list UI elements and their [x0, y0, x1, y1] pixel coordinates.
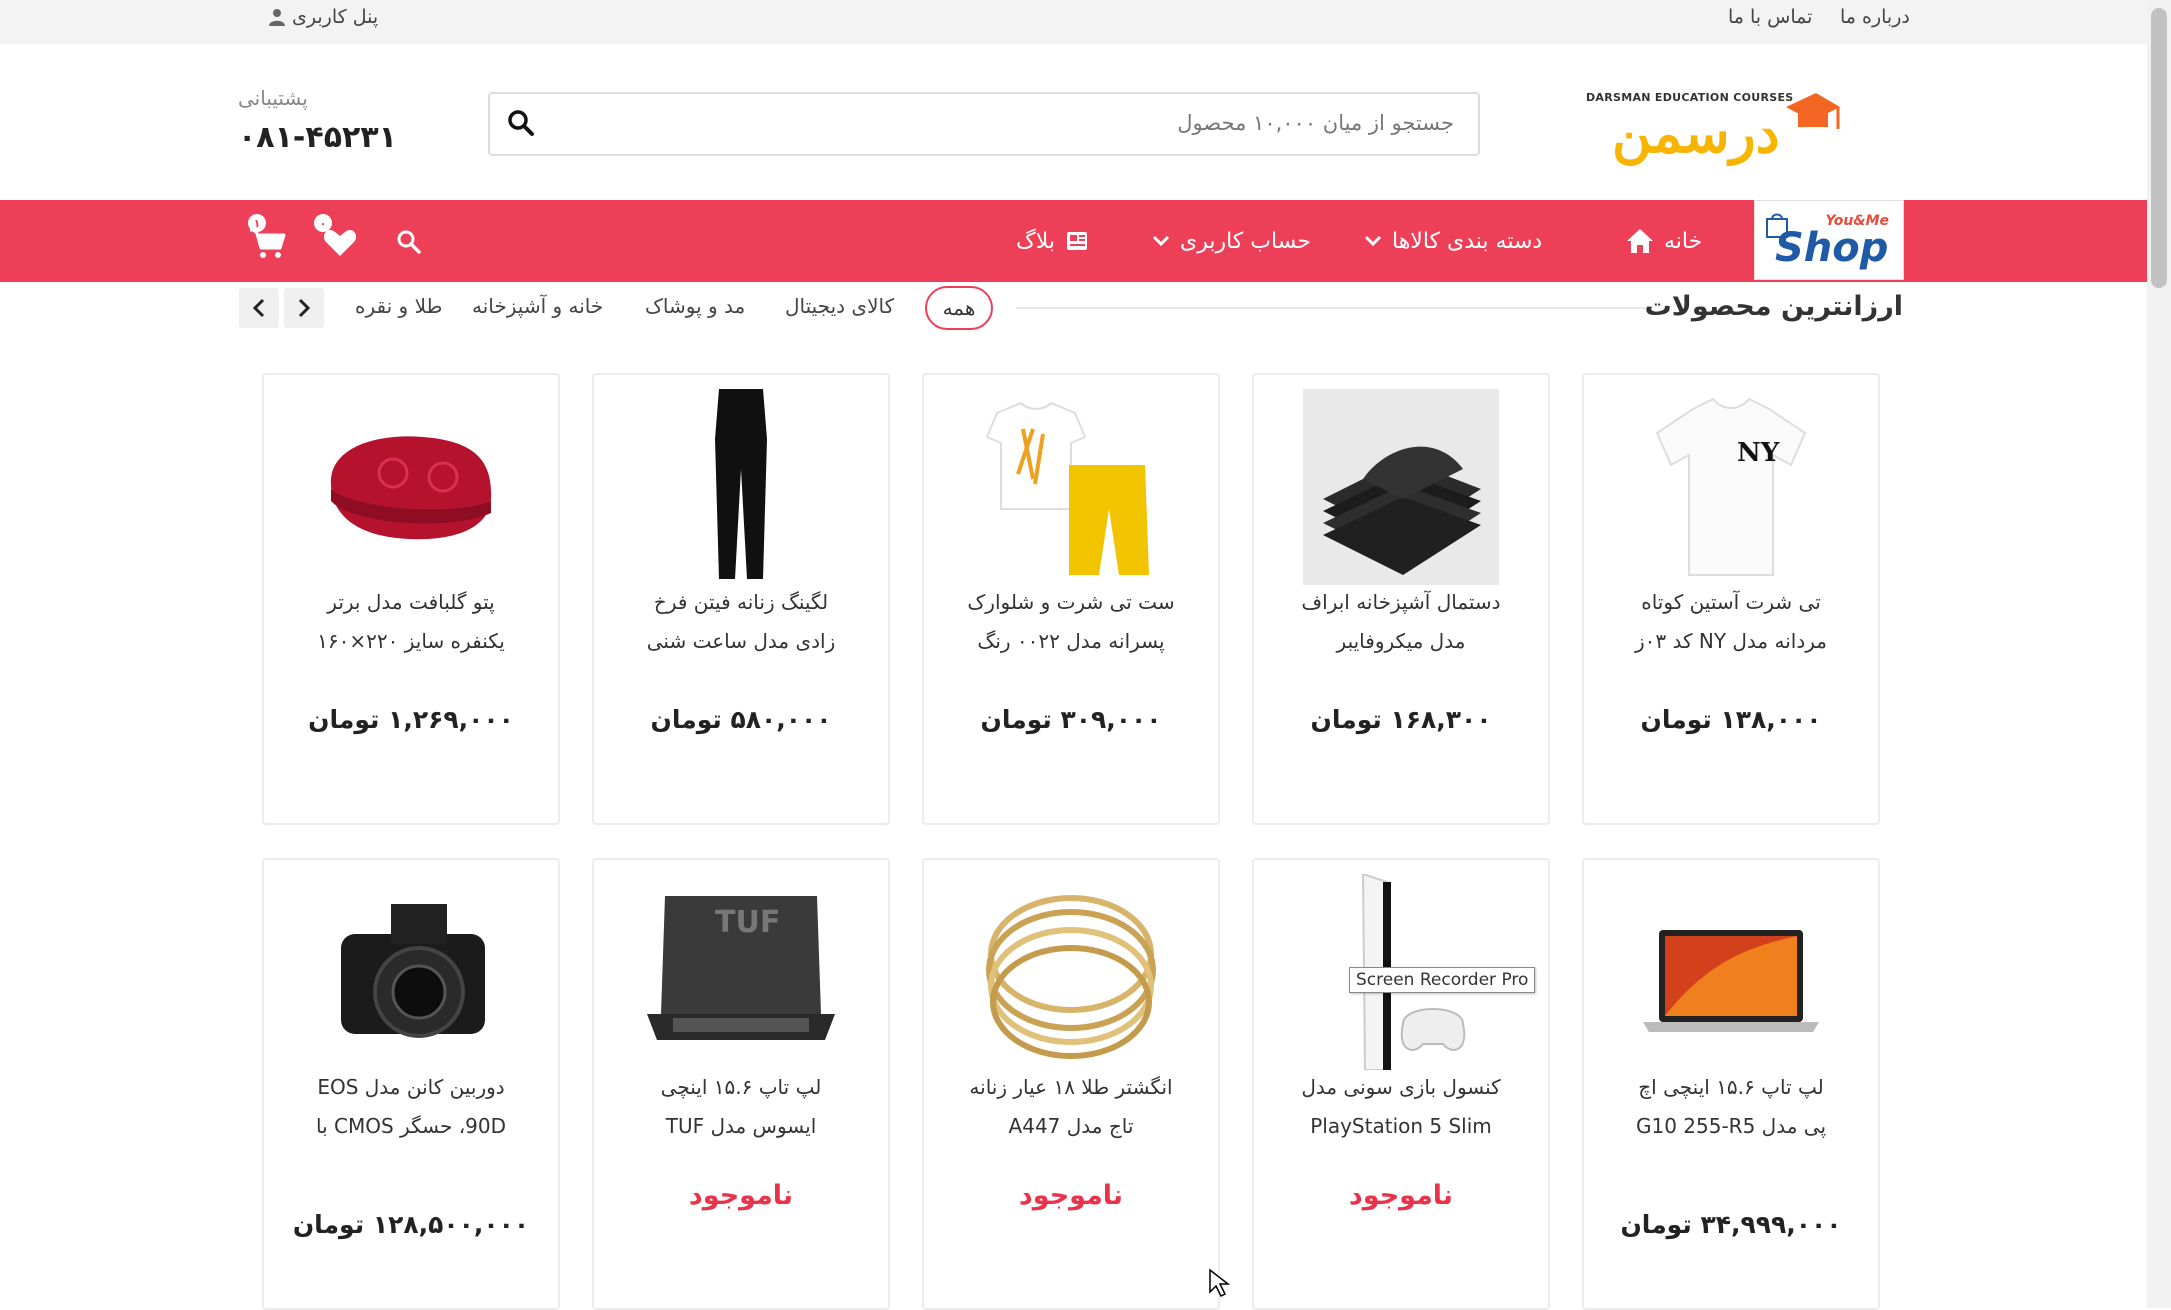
nav-home[interactable]: خانه	[1626, 200, 1702, 282]
search-bar	[488, 92, 1480, 156]
tooltip: Screen Recorder Pro	[1349, 967, 1536, 993]
product-price: ۱,۲۶۹,۰۰۰ تومان	[308, 705, 514, 734]
nav-account[interactable]: حساب کاربری	[1152, 200, 1311, 282]
kids-set-image	[985, 401, 1149, 575]
search-input[interactable]	[592, 94, 1456, 152]
nav-blog-label: بلاگ	[1016, 228, 1055, 254]
tab-digital[interactable]: کالای دیجیتال	[785, 294, 894, 318]
blanket-image	[330, 436, 492, 540]
top-bar: درباره ما تماس با ما پنل کاربری	[0, 0, 2147, 44]
user-icon	[269, 9, 285, 26]
product-card[interactable]: NY تی شرت آستین کوتاه مردانه مدل NY کد ۰۳…	[1582, 373, 1880, 825]
user-panel-label: پنل کاربری	[292, 6, 379, 28]
scrollbar-thumb[interactable]	[2151, 8, 2167, 288]
product-name: تی شرت آستین کوتاه مردانه مدل NY کد ۰۳ز	[1634, 590, 1828, 653]
newspaper-icon	[1066, 232, 1087, 250]
product-name: لپ تاپ ۱۵.۶ اینچی ایسوس مدل TUF	[660, 1075, 822, 1138]
product-price: ۳۴,۹۹۹,۰۰۰ تومان	[1620, 1210, 1842, 1239]
wishlist-count-badge: ۰	[314, 214, 332, 232]
graduation-cap-icon	[1786, 93, 1840, 129]
home-icon	[1627, 229, 1653, 253]
out-of-stock-label: ناموجود	[1348, 1180, 1454, 1211]
product-card[interactable]: انگشتر طلا ۱۸ عیار زنانه تاج مدل A447 نام…	[922, 858, 1220, 1310]
search-icon[interactable]	[506, 108, 536, 138]
tshirt-image: NY	[1655, 397, 1807, 576]
chevron-down-icon	[1364, 235, 1382, 247]
product-card[interactable]: پتو گلبافت مدل برتر یکنفره سایز ۲۲۰×۱۶۰ ۱…	[262, 373, 560, 825]
svg-text:TUF: TUF	[715, 905, 780, 940]
support-phone: ۰۸۱-۴۵۲۳۱	[238, 120, 397, 155]
nav-account-label: حساب کاربری	[1180, 228, 1311, 254]
chevron-right-icon	[298, 298, 311, 318]
mouse-cursor-icon	[1209, 1268, 1231, 1298]
tab-home-kitchen[interactable]: خانه و آشپزخانه	[472, 294, 603, 318]
contact-link[interactable]: تماس با ما	[1728, 6, 1812, 28]
page-scrollbar[interactable]	[2147, 0, 2171, 1308]
product-name: انگشتر طلا ۱۸ عیار زنانه تاج مدل A447	[969, 1075, 1173, 1138]
tab-fashion[interactable]: مد و پوشاک	[645, 294, 745, 318]
ring-image	[986, 895, 1156, 1059]
tab-all[interactable]: همه	[925, 286, 993, 330]
product-card[interactable]: ست تی شرت و شلوارک پسرانه مدل ۰۰۲۲ رنگ ۳۰…	[922, 373, 1220, 825]
product-name: لپ تاپ ۱۵.۶ اینچی اچ پی مدل G10 255-R5	[1635, 1075, 1827, 1138]
product-card[interactable]: لپ تاپ ۱۵.۶ اینچی اچ پی مدل G10 255-R5 ۳۴…	[1582, 858, 1880, 1310]
product-card[interactable]: لگینگ زنانه فیتن فرخ زادی مدل ساعت شنی ۵۸…	[592, 373, 890, 825]
logo-text: درسمن	[1612, 101, 1780, 165]
search-icon[interactable]	[396, 229, 422, 255]
shop-logo[interactable]: You&Me Shop	[1754, 200, 1904, 280]
camera-image	[341, 904, 485, 1038]
next-arrow-button[interactable]	[284, 288, 324, 328]
towel-image	[1303, 389, 1499, 585]
about-link[interactable]: درباره ما	[1840, 6, 1910, 28]
shop-logo-text: Shop	[1775, 225, 1889, 271]
product-price: ۱۲۸,۵۰۰,۰۰۰ تومان	[292, 1210, 530, 1239]
product-name: دوربین کانن مدل EOS 90D، حسگر CMOS با	[315, 1075, 507, 1138]
out-of-stock-label: ناموجود	[688, 1180, 794, 1211]
chevron-down-icon	[1152, 235, 1170, 247]
chevron-left-icon	[252, 298, 265, 318]
product-price: ۳۰۹,۰۰۰ تومان	[980, 705, 1162, 734]
product-name: پتو گلبافت مدل برتر یکنفره سایز ۲۲۰×۱۶۰	[317, 590, 505, 653]
product-price: ۵۸۰,۰۰۰ تومان	[650, 705, 832, 734]
product-name: کنسول بازی سونی مدل PlayStation 5 Slim	[1301, 1075, 1501, 1138]
user-panel-link[interactable]: پنل کاربری	[268, 6, 378, 28]
product-name: لگینگ زنانه فیتن فرخ زادی مدل ساعت شنی	[646, 590, 836, 653]
laptop-image	[1643, 930, 1819, 1032]
product-card[interactable]: دوربین کانن مدل EOS 90D، حسگر CMOS با ۱۲۸…	[262, 858, 560, 1310]
prev-arrow-button[interactable]	[239, 288, 279, 328]
product-price: ۱۳۸,۰۰۰ تومان	[1640, 705, 1822, 734]
out-of-stock-label: ناموجود	[1018, 1180, 1124, 1211]
section-title: ارزانترین محصولات	[1644, 291, 1903, 322]
product-card[interactable]: دستمال آشپزخانه ابراف مدل میکروفایبر ۱۶۸,…	[1252, 373, 1550, 825]
svg-text:NY: NY	[1737, 438, 1780, 468]
site-logo[interactable]: DARSMAN EDUCATION COURSES درسمن	[1582, 83, 1842, 163]
nav-categories-label: دسته بندی کالاها	[1392, 228, 1543, 254]
tuf-laptop-image: TUF	[647, 896, 835, 1040]
product-price: ۱۶۸,۳۰۰ تومان	[1310, 705, 1492, 734]
nav-home-label: خانه	[1664, 228, 1703, 254]
support-label: پشتیبانی	[238, 86, 308, 110]
product-card[interactable]: TUF لپ تاپ ۱۵.۶ اینچی ایسوس مدل TUF ناموج…	[592, 858, 890, 1310]
nav-blog[interactable]: بلاگ	[1016, 200, 1089, 282]
nav-categories[interactable]: دسته بندی کالاها	[1364, 200, 1542, 282]
leggings-image	[715, 389, 767, 579]
tab-gold-silver[interactable]: طلا و نقره	[355, 294, 442, 318]
product-card[interactable]: کنسول بازی سونی مدل PlayStation 5 Slim نا…	[1252, 858, 1550, 1310]
product-name: دستمال آشپزخانه ابراف مدل میکروفایبر	[1301, 590, 1501, 653]
cart-count-badge: ۱	[248, 214, 266, 232]
product-name: ست تی شرت و شلوارک پسرانه مدل ۰۰۲۲ رنگ	[967, 590, 1175, 653]
section-divider	[1016, 307, 1646, 309]
